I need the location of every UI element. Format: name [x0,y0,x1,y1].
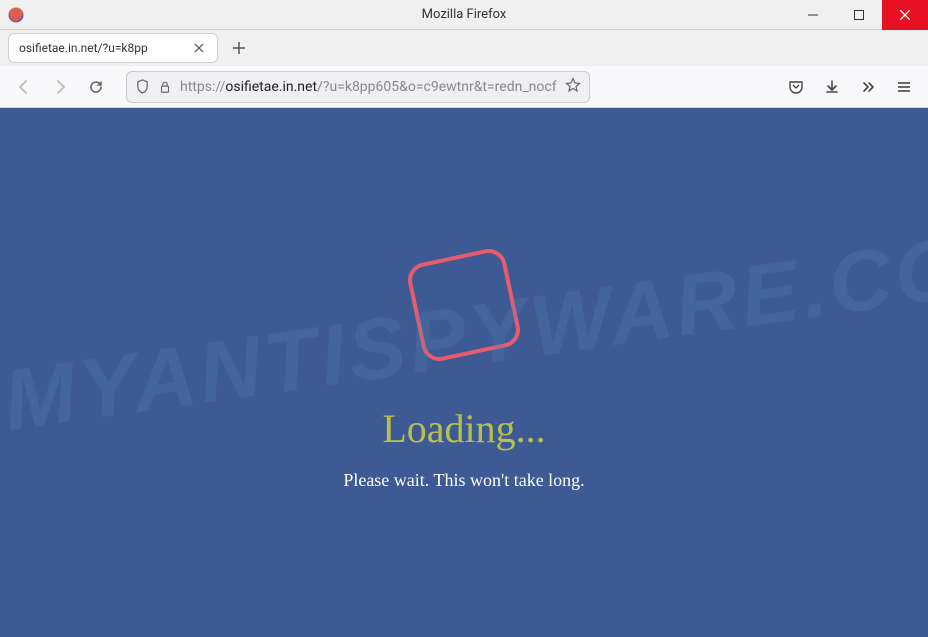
forward-button[interactable] [46,73,74,101]
lock-icon[interactable] [158,80,172,94]
navigation-toolbar: https://osifietae.in.net/?u=k8pp605&o=c9… [0,66,928,108]
new-tab-button[interactable] [224,33,254,63]
tab-label: osifietae.in.net/?u=k8pp [19,41,185,55]
url-protocol: https:// [180,79,225,95]
url-domain: osifietae.in.net [225,79,317,95]
minimize-button[interactable] [790,0,836,30]
maximize-button[interactable] [836,0,882,30]
overflow-icon[interactable] [854,73,882,101]
url-path: /?u=k8pp605&o=c9ewtnr&t=redn_nocf [317,79,557,95]
window-controls [790,0,928,29]
downloads-icon[interactable] [818,73,846,101]
close-button[interactable] [882,0,928,30]
url-bar[interactable]: https://osifietae.in.net/?u=k8pp605&o=c9… [126,71,590,103]
menu-icon[interactable] [890,73,918,101]
browser-tab[interactable]: osifietae.in.net/?u=k8pp [8,33,218,63]
window-title: Mozilla Firefox [422,7,507,22]
back-button[interactable] [10,73,38,101]
page-content: MYANTISPYWARE.COM Loading... Please wait… [0,108,928,637]
reload-button[interactable] [82,73,110,101]
loading-spinner-icon [405,245,524,364]
loading-subtitle: Please wait. This won't take long. [343,470,584,491]
pocket-icon[interactable] [782,73,810,101]
loading-title: Loading... [382,405,545,452]
bookmark-star-icon[interactable] [565,77,581,97]
url-text: https://osifietae.in.net/?u=k8pp605&o=c9… [180,79,557,95]
tab-bar: osifietae.in.net/?u=k8pp [0,30,928,66]
firefox-icon [6,5,26,25]
close-tab-icon[interactable] [191,40,207,56]
shield-icon[interactable] [135,79,150,94]
window-titlebar: Mozilla Firefox [0,0,928,30]
